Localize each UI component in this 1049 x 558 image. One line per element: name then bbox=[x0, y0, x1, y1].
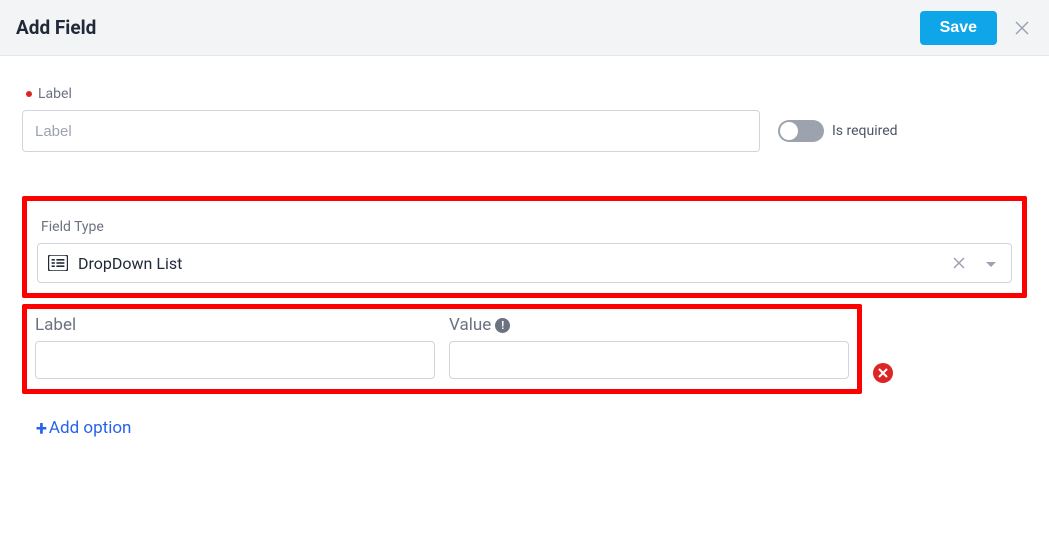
plus-icon: + bbox=[36, 416, 47, 440]
label-field-label-row: Label bbox=[22, 86, 1027, 102]
option-label-header: Label bbox=[35, 315, 435, 335]
label-input-row: Is required bbox=[22, 110, 1027, 152]
field-type-label: Field Type bbox=[37, 219, 1012, 235]
option-header-row: Label Value ! bbox=[35, 315, 849, 335]
field-type-highlight: Field Type DropDown List bbox=[22, 196, 1027, 298]
option-row-highlight: Label Value ! bbox=[22, 304, 862, 394]
field-type-value: DropDown List bbox=[78, 254, 937, 273]
label-field-label: Label bbox=[38, 86, 72, 102]
required-indicator-icon bbox=[26, 91, 32, 97]
dialog-content: Label Is required Field Type DropDown Li… bbox=[0, 56, 1049, 440]
is-required-toggle[interactable] bbox=[778, 120, 824, 142]
is-required-toggle-group: Is required bbox=[778, 120, 898, 142]
caret-down-icon[interactable] bbox=[981, 254, 1001, 273]
add-option-button[interactable]: + Add option bbox=[36, 416, 131, 440]
info-icon: ! bbox=[495, 318, 510, 333]
field-type-select[interactable]: DropDown List bbox=[37, 243, 1012, 283]
option-label-text: Label bbox=[35, 315, 76, 335]
dialog-title: Add Field bbox=[16, 16, 96, 39]
close-icon[interactable] bbox=[1011, 12, 1033, 44]
list-icon bbox=[48, 255, 68, 271]
option-value-text: Value bbox=[449, 315, 491, 335]
option-value-input[interactable] bbox=[449, 341, 849, 379]
is-required-label: Is required bbox=[832, 123, 898, 139]
header-actions: Save bbox=[920, 11, 1033, 45]
clear-selection-icon[interactable] bbox=[947, 254, 971, 273]
label-input[interactable] bbox=[22, 110, 760, 152]
option-label-input[interactable] bbox=[35, 341, 435, 379]
dialog-header: Add Field Save bbox=[0, 0, 1049, 56]
option-input-row bbox=[35, 341, 849, 379]
remove-option-icon[interactable] bbox=[873, 363, 893, 383]
add-option-label: Add option bbox=[49, 418, 132, 438]
option-value-header: Value ! bbox=[449, 315, 849, 335]
save-button[interactable]: Save bbox=[920, 11, 997, 45]
